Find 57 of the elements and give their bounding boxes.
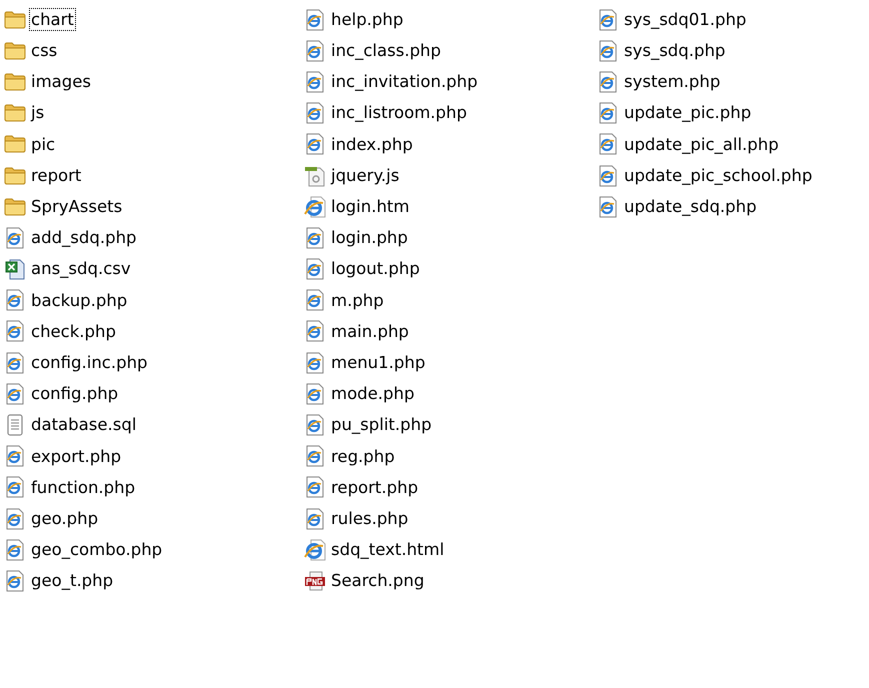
file-name[interactable]: rules.php bbox=[329, 506, 410, 530]
file-name[interactable]: jquery.js bbox=[329, 164, 402, 188]
file-name[interactable]: reg.php bbox=[329, 444, 397, 468]
file-name[interactable]: main.php bbox=[329, 320, 411, 344]
file-name[interactable]: add_sdq.php bbox=[29, 226, 139, 250]
folder-icon bbox=[3, 166, 27, 185]
file-name[interactable]: inc_class.php bbox=[329, 39, 443, 62]
file-name[interactable]: login.php bbox=[329, 226, 410, 250]
file-name[interactable]: menu1.php bbox=[329, 350, 428, 374]
browser-icon bbox=[303, 196, 327, 218]
folder-icon bbox=[3, 42, 27, 60]
file-name[interactable]: geo_combo.php bbox=[29, 538, 164, 562]
file-name[interactable]: update_pic_school.php bbox=[622, 164, 814, 188]
file-name[interactable]: geo_t.php bbox=[29, 569, 116, 593]
folder-icon bbox=[3, 104, 27, 122]
file-name[interactable]: database.sql bbox=[29, 413, 138, 437]
file-name[interactable]: css bbox=[29, 39, 60, 62]
file-name[interactable]: function.php bbox=[29, 476, 138, 500]
folder-icon bbox=[3, 72, 27, 91]
file-name[interactable]: report.php bbox=[329, 476, 420, 500]
file-name[interactable]: export.php bbox=[29, 444, 124, 468]
image-file-icon bbox=[303, 570, 327, 591]
file-name[interactable]: config.php bbox=[29, 382, 120, 406]
file-name[interactable]: backup.php bbox=[29, 288, 130, 312]
file-name[interactable]: sys_sdq.php bbox=[622, 39, 728, 62]
folder-icon bbox=[3, 135, 27, 154]
file-name[interactable]: inc_invitation.php bbox=[329, 70, 480, 94]
file-name[interactable]: update_sdq.php bbox=[622, 195, 759, 218]
file-name[interactable]: update_pic_all.php bbox=[622, 132, 781, 156]
file-name[interactable]: config.inc.php bbox=[29, 350, 150, 374]
file-name[interactable]: Search.png bbox=[329, 569, 426, 593]
folder-icon bbox=[3, 10, 27, 29]
file-name[interactable]: SpryAssets bbox=[29, 195, 124, 218]
file-name[interactable]: sys_sdq01.php bbox=[622, 8, 748, 32]
file-name[interactable]: chart bbox=[29, 8, 76, 32]
file-name[interactable]: login.htm bbox=[329, 195, 412, 218]
folder-icon bbox=[3, 198, 27, 216]
file-name[interactable]: mode.php bbox=[329, 382, 416, 406]
file-name[interactable]: pu_split.php bbox=[329, 413, 434, 437]
file-name[interactable]: logout.php bbox=[329, 257, 422, 281]
file-name[interactable]: report bbox=[29, 164, 84, 188]
file-name[interactable]: system.php bbox=[622, 70, 722, 94]
file-name[interactable]: m.php bbox=[329, 288, 386, 312]
file-name[interactable]: sdq_text.html bbox=[329, 538, 446, 562]
file-name[interactable]: check.php bbox=[29, 320, 118, 344]
script-file-icon bbox=[303, 164, 327, 187]
file-name[interactable]: index.php bbox=[329, 132, 415, 156]
file-name[interactable]: pic bbox=[29, 132, 58, 156]
file-name[interactable]: inc_listroom.php bbox=[329, 101, 469, 125]
file-name[interactable]: geo.php bbox=[29, 506, 100, 530]
file-name[interactable]: ans_sdq.csv bbox=[29, 257, 133, 281]
file-name[interactable]: update_pic.php bbox=[622, 101, 754, 125]
file-name[interactable]: help.php bbox=[329, 8, 406, 32]
browser-icon bbox=[303, 538, 327, 561]
file-name[interactable]: js bbox=[29, 101, 46, 125]
file-name[interactable]: images bbox=[29, 70, 93, 94]
spreadsheet-icon bbox=[3, 258, 27, 280]
